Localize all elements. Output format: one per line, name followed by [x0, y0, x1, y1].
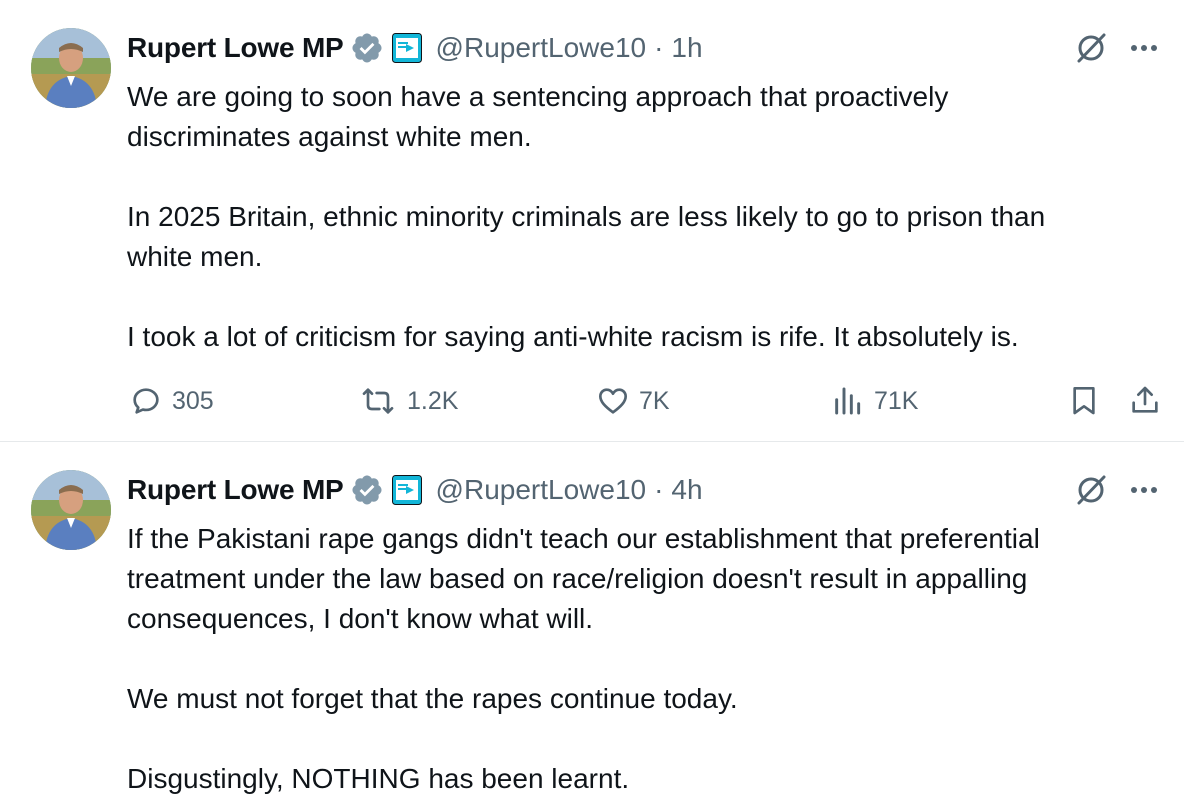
more-icon[interactable]	[1126, 478, 1162, 502]
reform-uk-badge-icon[interactable]	[391, 33, 422, 63]
grok-icon[interactable]	[1073, 472, 1109, 508]
reply-count: 305	[172, 386, 214, 415]
verified-badge-icon[interactable]	[350, 31, 384, 65]
avatar[interactable]	[31, 28, 111, 108]
author-handle[interactable]: @RupertLowe10	[436, 474, 647, 506]
repost-button[interactable]: 1.2K	[359, 384, 458, 418]
tweet[interactable]: Rupert Lowe MP @RupertLowe10 · 4h If the…	[0, 442, 1184, 803]
verified-badge-icon[interactable]	[350, 473, 384, 507]
reply-button[interactable]: 305	[130, 384, 214, 418]
repost-count: 1.2K	[407, 386, 459, 415]
author-name[interactable]: Rupert Lowe MP	[127, 32, 344, 64]
views-button[interactable]: 71K	[832, 384, 918, 418]
tweet-text: We are going to soon have a sentencing a…	[127, 81, 1046, 352]
separator-dot: ·	[654, 474, 664, 505]
bookmark-icon[interactable]	[1067, 384, 1101, 418]
like-icon	[599, 388, 627, 414]
tweet-text: If the Pakistani rape gangs didn't teach…	[127, 523, 1040, 794]
grok-icon[interactable]	[1073, 30, 1109, 66]
tweet-header: Rupert Lowe MP @RupertLowe10 · 1h	[127, 30, 703, 66]
tweet[interactable]: Rupert Lowe MP @RupertLowe10 · 1h We are…	[0, 0, 1184, 441]
reply-icon	[133, 388, 159, 414]
views-count: 71K	[874, 386, 919, 415]
repost-icon	[362, 388, 394, 414]
separator-dot: ·	[654, 32, 664, 63]
share-icon[interactable]	[1128, 383, 1162, 417]
like-count: 7K	[639, 386, 670, 415]
author-name[interactable]: Rupert Lowe MP	[127, 474, 344, 506]
author-handle[interactable]: @RupertLowe10	[436, 32, 647, 64]
like-button[interactable]: 7K	[597, 384, 670, 418]
timestamp[interactable]: 4h	[671, 474, 702, 506]
reform-uk-badge-icon[interactable]	[391, 475, 422, 505]
timestamp[interactable]: 1h	[671, 32, 702, 64]
more-icon[interactable]	[1126, 36, 1162, 60]
views-icon	[835, 387, 861, 415]
avatar[interactable]	[31, 470, 111, 550]
tweet-header: Rupert Lowe MP @RupertLowe10 · 4h	[127, 472, 703, 508]
